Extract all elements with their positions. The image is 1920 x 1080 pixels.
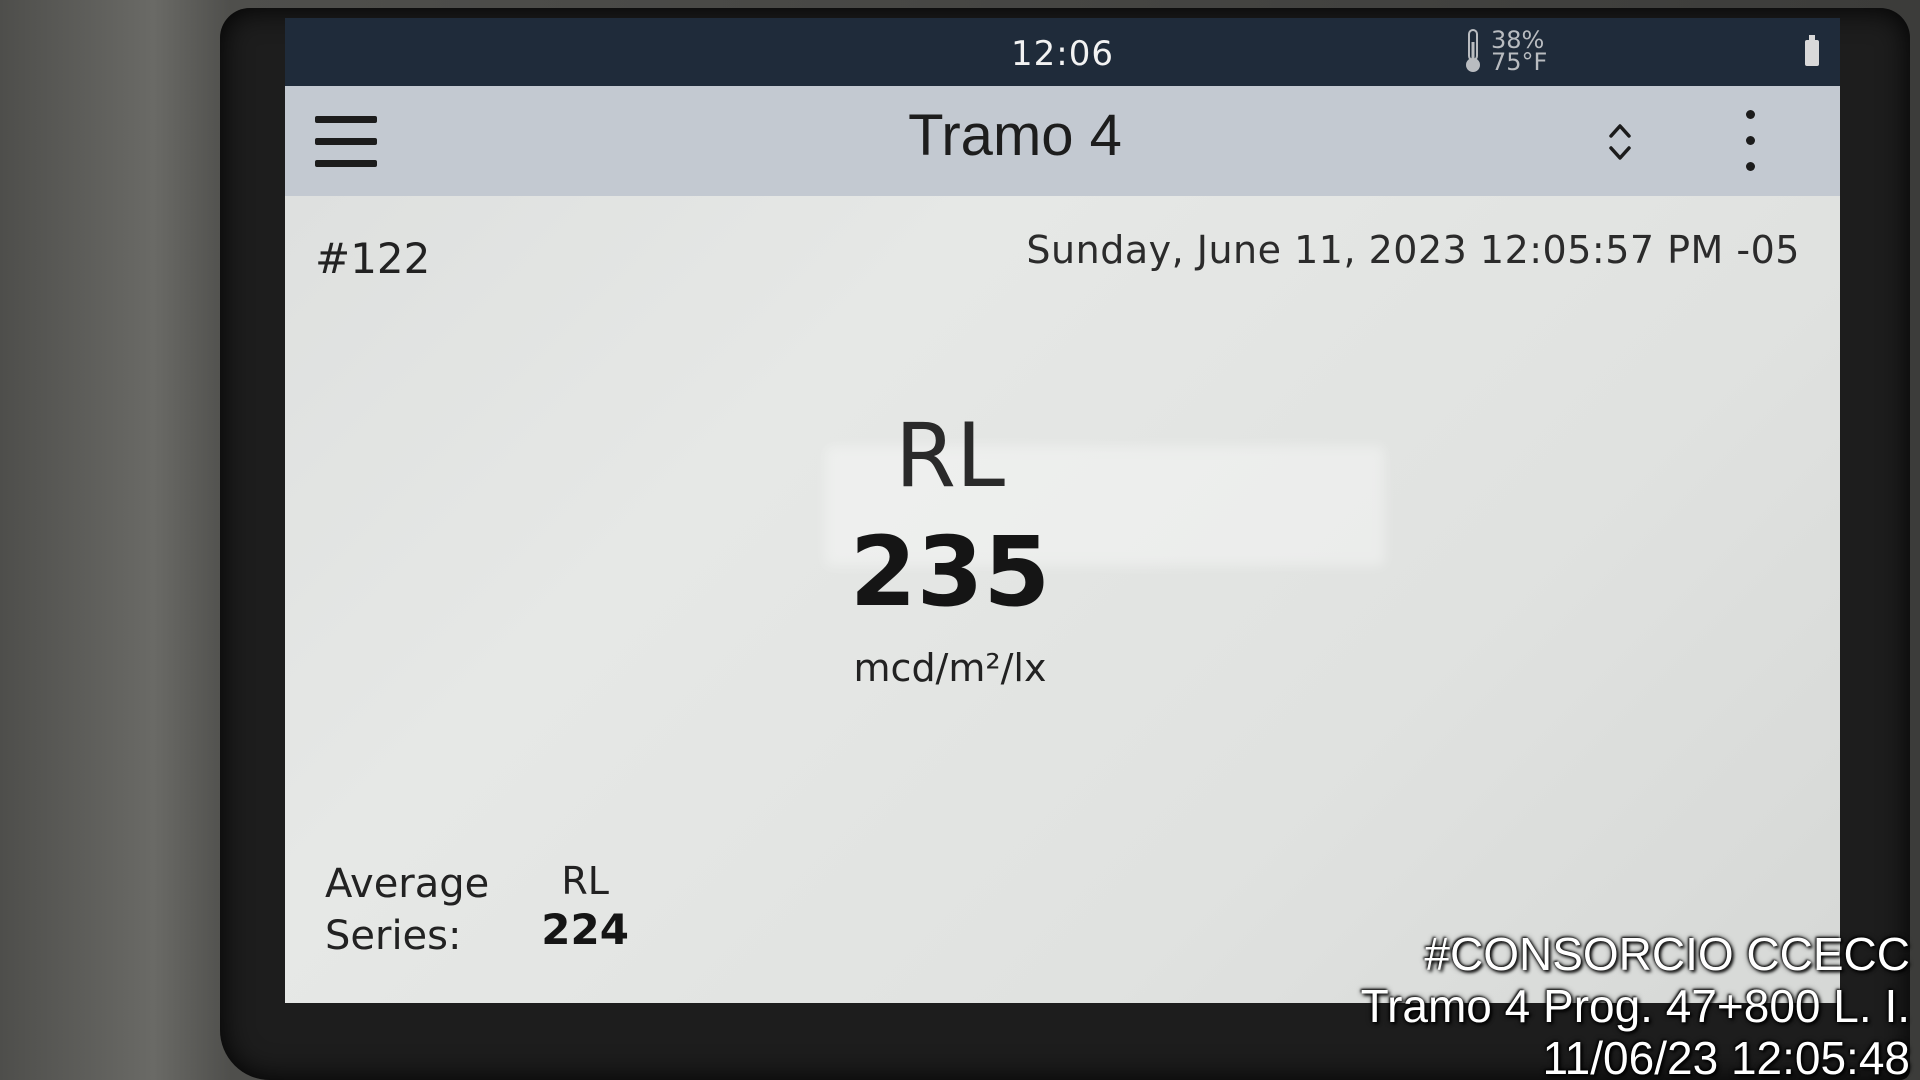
photo-watermark: #CONSORCIO CCECC Tramo 4 Prog. 47+800 L.… <box>1361 928 1910 1080</box>
reading-unit: mcd/m²/lx <box>853 646 1047 690</box>
average-series: Average Series: RL 224 <box>325 858 629 962</box>
device-screen: 12:06 38% 75°F Tramo 4 #122 Sunday, June… <box>285 18 1840 1003</box>
measurement-panel: #122 Sunday, June 11, 2023 12:05:57 PM -… <box>285 196 1840 1003</box>
watermark-line1: #CONSORCIO CCECC <box>1424 928 1910 980</box>
average-value: 224 <box>541 905 629 954</box>
reading-block: RL 235 mcd/m²/lx <box>285 404 1615 691</box>
sort-icon[interactable] <box>1605 120 1635 164</box>
photo-scene: 12:06 38% 75°F Tramo 4 #122 Sunday, June… <box>0 0 1920 1080</box>
temperature-value: 75°F <box>1491 48 1548 76</box>
watermark-line2: Tramo 4 Prog. 47+800 L. I. <box>1360 980 1910 1032</box>
record-number: #122 <box>315 234 431 283</box>
app-title: Tramo 4 <box>908 103 1122 168</box>
more-options-icon[interactable] <box>1740 106 1760 176</box>
status-time: 12:06 <box>1011 34 1114 74</box>
average-metric: RL <box>561 859 609 903</box>
thermometer-icon <box>1463 28 1483 74</box>
watermark-line3: 11/06/23 12:05:48 <box>1542 1032 1910 1080</box>
reading-label: RL <box>894 404 1006 507</box>
record-timestamp: Sunday, June 11, 2023 12:05:57 PM -05 <box>1026 228 1800 272</box>
average-label-line2: Series: <box>325 913 462 959</box>
reading-value: 235 <box>849 516 1051 628</box>
battery-icon <box>1805 35 1819 66</box>
average-label-line1: Average <box>325 861 490 907</box>
average-label: Average Series: <box>325 858 489 962</box>
status-bar: 12:06 38% 75°F <box>285 18 1840 86</box>
average-values: RL 224 <box>541 858 629 962</box>
environment-readout: 38% 75°F <box>1463 28 1547 74</box>
app-bar: Tramo 4 <box>285 86 1840 196</box>
